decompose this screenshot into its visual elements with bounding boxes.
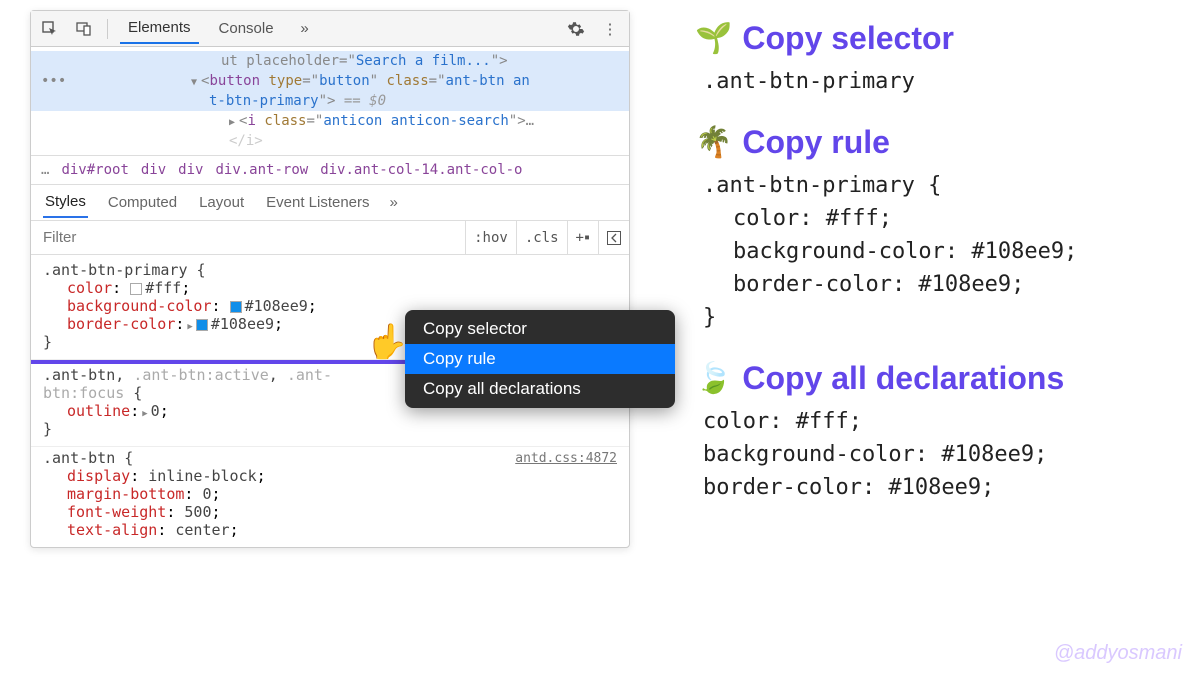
breadcrumb-item[interactable]: … bbox=[41, 162, 49, 178]
section-copy-rule: 🌴 Copy rule .ant-btn-primary { color: #f… bbox=[695, 124, 1185, 334]
devtools-toolbar: Elements Console » ⋮ bbox=[31, 11, 629, 47]
css-rule[interactable]: antd.css:4872 .ant-btn { display: inline… bbox=[31, 447, 629, 547]
dom-tree[interactable]: ut placeholder="Search a film..."> ••• <… bbox=[31, 47, 629, 155]
dom-line[interactable]: </i> bbox=[31, 131, 629, 151]
filter-row: :hov .cls +▪ bbox=[31, 221, 629, 255]
css-declaration[interactable]: font-weight: 500; bbox=[43, 503, 617, 521]
new-rule-icon[interactable]: +▪ bbox=[567, 221, 598, 254]
cls-button[interactable]: .cls bbox=[516, 221, 567, 254]
tab-layout[interactable]: Layout bbox=[197, 188, 246, 217]
section-heading: Copy rule bbox=[742, 124, 890, 161]
context-menu: Copy selector Copy rule Copy all declara… bbox=[405, 310, 675, 408]
breadcrumb-item[interactable]: div.ant-col-14.ant-col-o bbox=[320, 162, 522, 178]
seedling-icon: 🌱 bbox=[695, 21, 732, 56]
code-output: color: #fff; background-color: #108ee9; … bbox=[695, 405, 1185, 504]
dom-line[interactable]: t-btn-primary"> == $0 bbox=[31, 91, 629, 111]
dom-line[interactable]: <i class="anticon anticon-search">… bbox=[31, 111, 629, 131]
hov-button[interactable]: :hov bbox=[465, 221, 516, 254]
menu-copy-selector[interactable]: Copy selector bbox=[405, 314, 675, 344]
section-copy-selector: 🌱 Copy selector .ant-btn-primary bbox=[695, 20, 1185, 98]
inspect-icon[interactable] bbox=[39, 18, 61, 40]
kebab-icon[interactable]: ⋮ bbox=[599, 18, 621, 40]
tab-elements[interactable]: Elements bbox=[120, 13, 199, 44]
breadcrumb-item[interactable]: div bbox=[178, 162, 203, 178]
gear-icon[interactable] bbox=[565, 18, 587, 40]
ellipsis-icon[interactable]: ••• bbox=[41, 73, 66, 89]
css-brace: } bbox=[43, 420, 617, 438]
device-toggle-icon[interactable] bbox=[73, 18, 95, 40]
color-swatch-icon[interactable] bbox=[196, 319, 208, 331]
more-tabs-icon[interactable]: » bbox=[294, 18, 316, 40]
pointing-hand-icon: 👆 bbox=[366, 322, 408, 362]
toggle-pane-icon[interactable] bbox=[598, 221, 629, 254]
css-selector[interactable]: .ant-btn-primary { bbox=[43, 261, 617, 279]
tab-console[interactable]: Console bbox=[211, 14, 282, 43]
breadcrumb-item[interactable]: div.ant-row bbox=[215, 162, 308, 178]
section-heading: Copy all declarations bbox=[742, 360, 1064, 397]
section-copy-all-declarations: 🍃 Copy all declarations color: #fff; bac… bbox=[695, 360, 1185, 504]
palm-tree-icon: 🌴 bbox=[695, 125, 732, 160]
dom-line[interactable]: ut placeholder="Search a film..."> bbox=[31, 51, 629, 71]
color-swatch-icon[interactable] bbox=[230, 301, 242, 313]
tab-styles[interactable]: Styles bbox=[43, 187, 88, 218]
devtools-panel: Elements Console » ⋮ ut placeholder="Sea… bbox=[30, 10, 630, 548]
leaves-icon: 🍃 bbox=[695, 361, 732, 396]
more-tabs-icon[interactable]: » bbox=[390, 194, 398, 211]
css-declaration[interactable]: text-align: center; bbox=[43, 521, 617, 539]
tab-event-listeners[interactable]: Event Listeners bbox=[264, 188, 371, 217]
source-link[interactable]: antd.css:4872 bbox=[515, 451, 617, 466]
breadcrumb[interactable]: … div#root div div div.ant-row div.ant-c… bbox=[31, 155, 629, 185]
css-declaration[interactable]: margin-bottom: 0; bbox=[43, 485, 617, 503]
breadcrumb-item[interactable]: div#root bbox=[61, 162, 128, 178]
dom-line-selected[interactable]: ••• <button type="button" class="ant-btn… bbox=[31, 71, 629, 91]
menu-copy-rule[interactable]: Copy rule bbox=[405, 344, 675, 374]
attribution: @addyosmani bbox=[1054, 642, 1182, 665]
css-declaration[interactable]: display: inline-block; bbox=[43, 467, 617, 485]
filter-input[interactable] bbox=[31, 229, 465, 246]
breadcrumb-item[interactable]: div bbox=[141, 162, 166, 178]
css-declaration[interactable]: color: #fff; bbox=[43, 279, 617, 297]
code-output: .ant-btn-primary bbox=[695, 65, 1185, 98]
section-heading: Copy selector bbox=[742, 20, 954, 57]
explainer-panel: 🌱 Copy selector .ant-btn-primary 🌴 Copy … bbox=[695, 20, 1185, 530]
styles-tabs: Styles Computed Layout Event Listeners » bbox=[31, 185, 629, 221]
menu-copy-all-declarations[interactable]: Copy all declarations bbox=[405, 374, 675, 404]
code-output: .ant-btn-primary { color: #fff; backgrou… bbox=[695, 169, 1185, 334]
color-swatch-icon[interactable] bbox=[130, 283, 142, 295]
tab-computed[interactable]: Computed bbox=[106, 188, 179, 217]
